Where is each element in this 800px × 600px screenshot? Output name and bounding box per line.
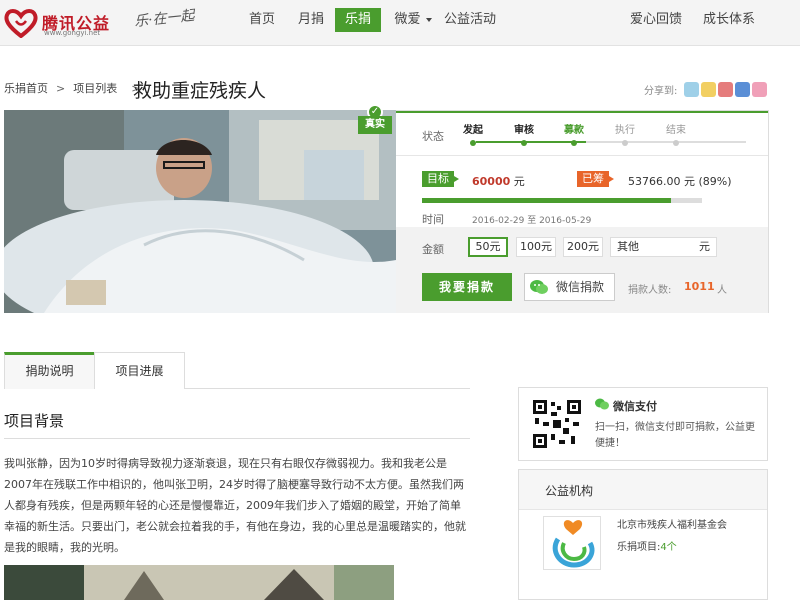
nav-item-growth[interactable]: 成长体系 [703,8,755,32]
status-step-fundraise: 募款 [554,121,594,146]
wechat-donate-button[interactable]: 微信捐款 [524,273,615,301]
donors-count: 1011 [684,280,715,293]
pagoda-image [4,565,394,600]
kaixin-icon[interactable] [752,82,767,97]
section-title: 项目背景 [4,412,65,430]
breadcrumb: 乐捐首页 > 项目列表 > [4,78,148,100]
amount-option-200[interactable]: 200元 [563,237,603,257]
status-label: 状态 [422,130,444,143]
qzone-icon[interactable] [701,82,716,97]
hospital-bed-image [4,110,396,313]
donors-label: 捐款人数: [628,285,672,296]
status-step-review: 审核 [504,121,544,146]
org-header: 公益机构 [519,470,767,510]
org-logo[interactable] [543,516,601,570]
funding-progress-bar [422,198,702,203]
org-name[interactable]: 北京市残疾人福利基金会 [617,516,727,531]
wechat-pay-box: 微信支付 扫一扫，微信支付即可捐款，公益更便捷！ [518,387,768,461]
amount-label: 金额 [422,243,444,256]
donors-unit: 人 [717,285,727,296]
qr-code-icon[interactable] [533,400,581,448]
breadcrumb-separator: > [56,82,66,95]
raised-amount: 53766.00 元 (89%) [628,175,732,188]
raised-tag: 已筹 [577,171,614,187]
status-step-initiate: 发起 [453,121,493,146]
qq-icon[interactable] [684,82,699,97]
content-tabs: 捐助说明 项目进展 [4,352,470,389]
nav-item-weiai[interactable]: 微爱 [389,8,437,32]
amount-option-100[interactable]: 100元 [516,237,556,257]
breadcrumb-home[interactable]: 乐捐首页 [4,82,48,95]
goal-tag: 目标 [422,171,459,187]
status-step-execute: 执行 [605,121,645,146]
slogan: 乐·在一起 [133,7,196,31]
project-info-panel: 状态 发起 审核 募款 执行 结束 目标 60000 元 已筹 53766.00… [396,110,769,313]
project-background-text: 我叫张静，因为10岁时得病导致视力逐渐衰退，现在只有右眼仅存微弱视力。我和我老公… [4,457,466,554]
weibo-icon[interactable] [718,82,733,97]
nav-item-feedback[interactable]: 爱心回馈 [630,8,682,32]
accent-bar [396,111,768,113]
section-divider [4,438,470,439]
renren-icon[interactable] [735,82,750,97]
charity-org-box: 公益机构 北京市残疾人福利基金会 乐捐项目:4个 [518,469,768,600]
time-label: 时间 [422,213,444,226]
breadcrumb-list[interactable]: 项目列表 [73,82,117,95]
wechat-pay-title: 微信支付 [613,400,657,413]
wechat-pay-desc: 扫一扫，微信支付即可捐款，公益更便捷！ [595,422,755,449]
logo-url: www.gongyi.net [44,29,101,37]
page-title: 救助重症残疾人 [133,80,267,102]
org-title: 公益机构 [545,484,594,498]
project-photo-2 [4,565,394,600]
site-logo[interactable]: 腾讯公益 www.gongyi.net [4,6,124,40]
verified-badge: ✓ 真实 [358,104,392,134]
amount-option-50[interactable]: 50元 [468,237,508,257]
project-photo [4,110,396,313]
chevron-down-icon [425,17,432,22]
tab-donation-info[interactable]: 捐助说明 [4,352,95,389]
share-label: 分享到: [644,86,678,97]
nav-item-monthly[interactable]: 月捐 [287,8,335,32]
top-header: 腾讯公益 www.gongyi.net 乐·在一起 首页 月捐 乐捐 微爱 公益… [0,0,800,46]
donate-box: 金额 50元 100元 200元 其他 元 我要捐款 微信捐款 捐款人数: 10… [396,227,768,313]
wechat-pay-icon [595,398,609,410]
status-step-end: 结束 [656,121,696,146]
other-amount-input[interactable]: 其他 元 [610,237,717,257]
nav-item-home[interactable]: 首页 [238,8,286,32]
tab-project-progress[interactable]: 项目进展 [94,352,185,389]
nav-item-ledonate[interactable]: 乐捐 [335,8,381,32]
goal-amount: 60000 元 [472,175,525,188]
donate-button[interactable]: 我要捐款 [422,273,512,301]
time-range: 2016-02-29 至 2016-05-29 [472,216,592,226]
funding-progress-fill [422,198,672,203]
heart-logo-icon [4,9,38,38]
wechat-icon [530,280,548,294]
divider [396,155,768,156]
nav-item-activities[interactable]: 公益活动 [438,8,502,32]
foundation-logo-icon [552,520,595,568]
org-projects: 乐捐项目:4个 [617,542,677,553]
